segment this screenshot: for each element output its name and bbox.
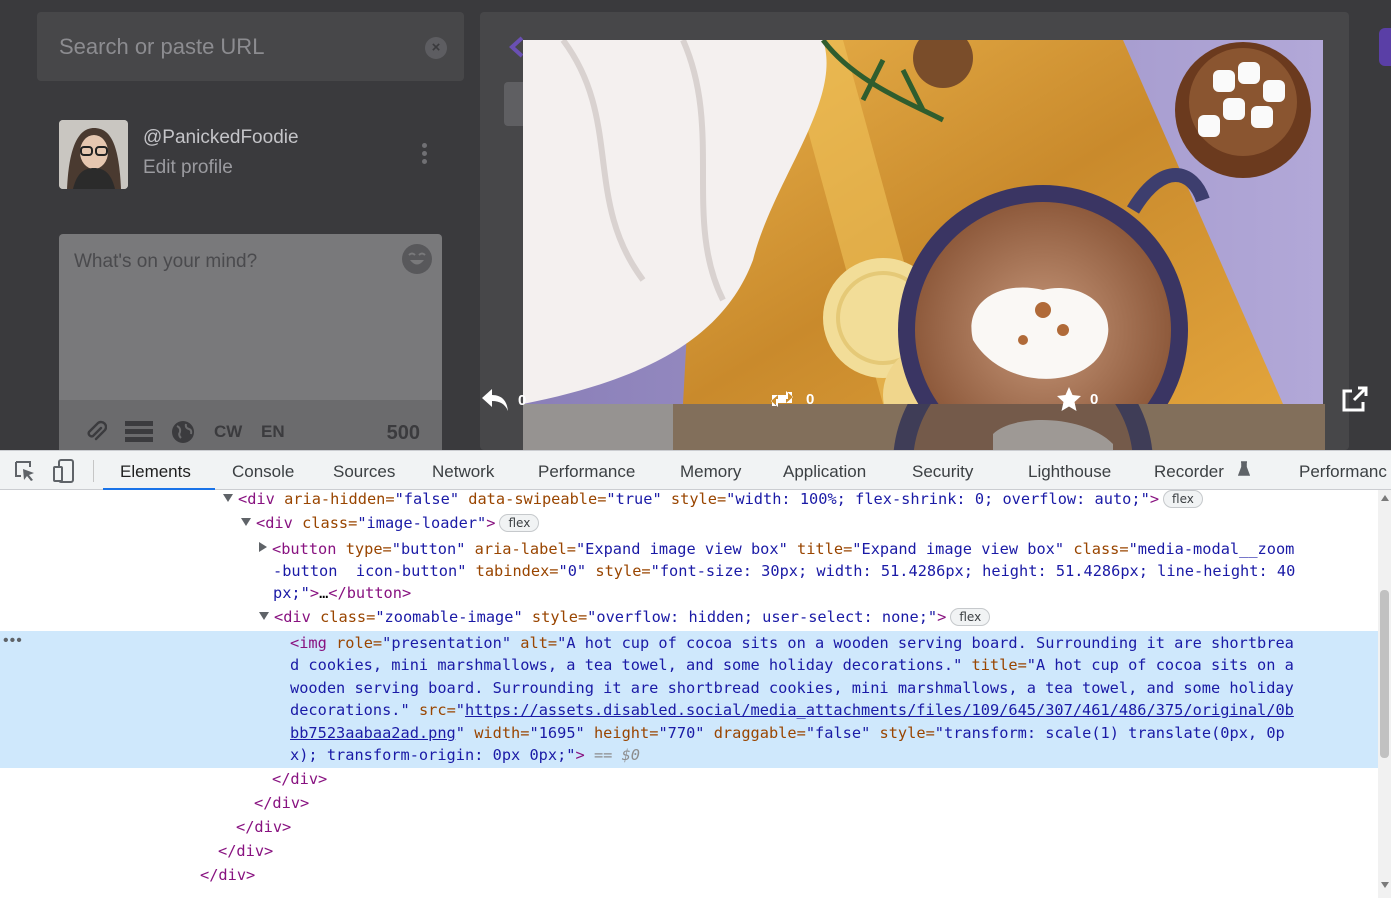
compose-textarea[interactable]: What's on your mind? xyxy=(59,234,442,400)
dom-node-img-line4: decorations." src="https://assets.disabl… xyxy=(290,701,1294,719)
selected-node-marker: == $0 xyxy=(593,746,640,764)
star-icon xyxy=(1057,387,1081,411)
globe-icon[interactable] xyxy=(171,420,195,449)
dom-close-div[interactable]: </div> xyxy=(218,840,273,863)
devtools-tab-bar: Elements Console Sources Network Perform… xyxy=(0,450,1391,490)
flex-badge[interactable]: flex xyxy=(499,514,540,532)
tab-network[interactable]: Network xyxy=(432,462,494,482)
compose-toolbar: CW EN 500 xyxy=(59,400,442,450)
tab-memory[interactable]: Memory xyxy=(680,462,741,482)
reply-icon xyxy=(482,389,508,411)
boost-count: 0 xyxy=(806,390,815,408)
tab-recorder[interactable]: Recorder xyxy=(1154,462,1224,482)
flex-badge[interactable]: flex xyxy=(950,608,991,626)
image-preview-strip xyxy=(523,404,1325,450)
expand-arrow-icon[interactable] xyxy=(259,542,267,552)
kebab-menu-icon[interactable] xyxy=(418,141,430,165)
dom-node-img-line2: d cookies, mini marshmallows, a tea towe… xyxy=(290,656,1294,674)
boost-button[interactable]: 0 xyxy=(766,386,814,412)
dom-node-zoom-button[interactable]: <button type="button" aria-label="Expand… xyxy=(259,538,1294,561)
boost-icon xyxy=(771,391,793,407)
tab-elements[interactable]: Elements xyxy=(120,462,191,482)
dom-node-img-line3: wooden serving board. Surrounding it are… xyxy=(290,679,1294,697)
brand-edge xyxy=(1379,28,1391,66)
close-icon[interactable]: × xyxy=(425,37,447,59)
cocoa-image[interactable] xyxy=(523,40,1323,404)
dom-node-zoom-button-cont: -button icon-button" tabindex="0" style=… xyxy=(273,562,1296,580)
tab-sources[interactable]: Sources xyxy=(333,462,395,482)
img-src-link-cont[interactable]: bb7523aabaa2ad.png xyxy=(290,724,456,742)
open-original-button[interactable] xyxy=(1340,386,1370,419)
img-src-link[interactable]: https://assets.disabled.social/media_att… xyxy=(465,701,1294,719)
divider xyxy=(93,460,94,482)
dom-node-div-swipeable[interactable]: <div aria-hidden="false" data-swipeable=… xyxy=(223,490,1203,511)
scroll-down-icon[interactable] xyxy=(1381,882,1389,888)
edit-profile-link[interactable]: Edit profile xyxy=(143,157,233,179)
tab-lighthouse[interactable]: Lighthouse xyxy=(1028,462,1111,482)
app-viewport: Search or paste URL × @PanickedFoodie Ed… xyxy=(0,0,1391,450)
tab-console[interactable]: Console xyxy=(232,462,294,482)
reply-count: 0 xyxy=(518,391,527,409)
paperclip-icon[interactable] xyxy=(85,420,108,449)
profile-handle[interactable]: @PanickedFoodie xyxy=(143,127,299,149)
content-warning-button[interactable]: CW xyxy=(214,422,242,442)
dom-node-image-loader[interactable]: <div class="image-loader"> flex xyxy=(241,512,540,535)
favourite-count: 0 xyxy=(1090,390,1099,408)
collapse-arrow-icon[interactable] xyxy=(241,518,251,526)
device-toolbar-icon[interactable] xyxy=(52,459,76,483)
dom-node-img-line6: x); transform-origin: 0px 0px;"> == $0 xyxy=(290,746,640,764)
dom-close-div[interactable]: </div> xyxy=(236,816,291,839)
dom-node-zoomable-image[interactable]: <div class="zoomable-image" style="overf… xyxy=(259,606,991,629)
scrollbar-thumb[interactable] xyxy=(1380,590,1389,758)
character-counter: 500 xyxy=(386,422,420,444)
flex-badge[interactable]: flex xyxy=(1163,490,1203,508)
compose-placeholder: What's on your mind? xyxy=(74,251,258,272)
tab-performance[interactable]: Performance xyxy=(538,462,635,482)
tab-security[interactable]: Security xyxy=(912,462,973,482)
avatar[interactable] xyxy=(59,120,128,189)
favourite-button[interactable]: 0 xyxy=(1056,386,1098,412)
dom-node-img-line5: bb7523aabaa2ad.png" width="1695" height=… xyxy=(290,724,1285,742)
dom-close-div[interactable]: </div> xyxy=(200,864,255,887)
dom-tree-scrollbar[interactable] xyxy=(1378,490,1391,898)
node-actions-icon[interactable]: ••• xyxy=(3,632,23,650)
reply-button[interactable]: 0 xyxy=(480,386,526,414)
dom-close-div[interactable]: </div> xyxy=(272,768,327,791)
scroll-up-icon[interactable] xyxy=(1381,495,1389,501)
tab-application[interactable]: Application xyxy=(783,462,866,482)
dom-close-div[interactable]: </div> xyxy=(254,792,309,815)
flask-icon xyxy=(1237,461,1251,482)
elements-dom-tree: ••• <div aria-hidden="false" data-swipea… xyxy=(0,490,1391,898)
inspect-element-icon[interactable] xyxy=(13,459,37,483)
poll-icon[interactable] xyxy=(125,421,153,448)
emoji-icon[interactable] xyxy=(402,244,432,274)
collapse-arrow-icon[interactable] xyxy=(223,494,233,502)
search-input[interactable]: Search or paste URL × xyxy=(37,12,464,81)
dom-node-img-selected[interactable]: <img role="presentation" alt="A hot cup … xyxy=(290,632,1294,655)
tab-performance-insights[interactable]: Performanc xyxy=(1299,462,1387,482)
language-button[interactable]: EN xyxy=(261,422,285,442)
search-placeholder: Search or paste URL xyxy=(59,34,265,59)
dom-node-zoom-button-end: px;">…</button> xyxy=(273,584,412,602)
external-link-icon xyxy=(1342,386,1368,412)
collapse-arrow-icon[interactable] xyxy=(259,612,269,620)
